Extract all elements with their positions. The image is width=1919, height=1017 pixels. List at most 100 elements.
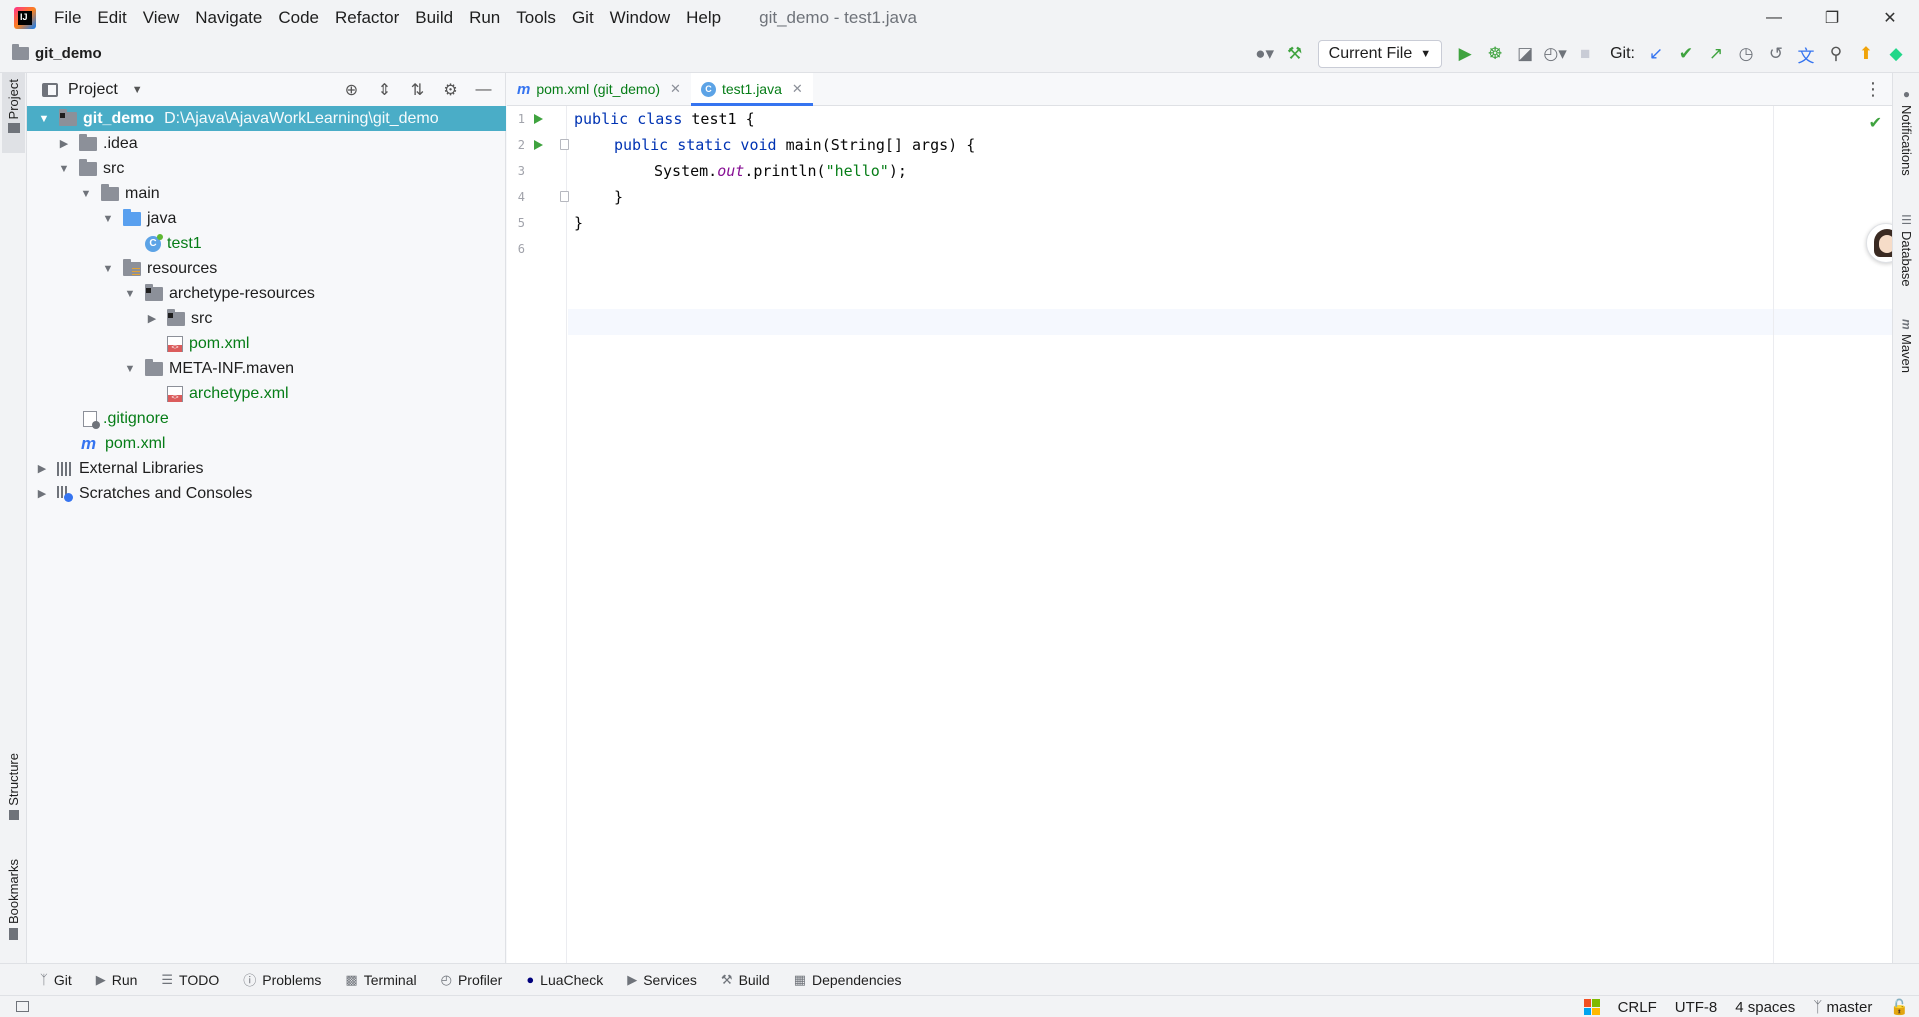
- tool-git[interactable]: ᛉ Git: [40, 972, 72, 988]
- git-push-icon[interactable]: ↗: [1701, 39, 1731, 69]
- menu-tools[interactable]: Tools: [514, 6, 558, 30]
- search-icon[interactable]: ⚲: [1821, 39, 1851, 69]
- tree-node-archetype-xml[interactable]: archetype.xml: [27, 381, 506, 406]
- tree-node-pom-root[interactable]: m pom.xml: [27, 431, 506, 456]
- chevron-down-icon[interactable]: ▼: [57, 163, 71, 175]
- tree-node-src-nested[interactable]: ▶ src: [27, 306, 506, 331]
- restore-icon[interactable]: ❐: [1803, 0, 1861, 35]
- update-icon[interactable]: ⬆: [1851, 39, 1881, 69]
- chevron-down-icon[interactable]: ▼: [101, 213, 115, 225]
- lock-icon[interactable]: 🔓: [1890, 998, 1909, 1016]
- menu-edit[interactable]: Edit: [95, 6, 128, 30]
- tree-node-src[interactable]: ▼ src: [27, 156, 506, 181]
- tab-pom-xml[interactable]: m pom.xml (git_demo) ✕: [507, 73, 691, 105]
- minimize-icon[interactable]: —: [1745, 0, 1803, 35]
- coverage-icon[interactable]: ◪: [1510, 39, 1540, 69]
- hide-panel-icon[interactable]: —: [470, 77, 497, 104]
- chevron-right-icon[interactable]: ▶: [35, 487, 49, 500]
- menu-navigate[interactable]: Navigate: [193, 6, 264, 30]
- chevron-down-icon[interactable]: ▼: [79, 188, 93, 200]
- run-config-dropdown[interactable]: Current File ▼: [1317, 40, 1443, 68]
- git-branch[interactable]: ᛉ master: [1813, 999, 1872, 1016]
- tab-structure[interactable]: Structure: [2, 753, 25, 833]
- tool-problems[interactable]: ⓘ Problems: [243, 970, 321, 989]
- git-update-icon[interactable]: ↙: [1641, 39, 1671, 69]
- run-gutter-icon[interactable]: [534, 114, 543, 124]
- chevron-right-icon[interactable]: ▶: [145, 312, 159, 325]
- menu-code[interactable]: Code: [276, 6, 321, 30]
- menu-run[interactable]: Run: [467, 6, 502, 30]
- locate-icon[interactable]: ⊕: [338, 77, 365, 104]
- no-problems-check-icon[interactable]: ✔: [1869, 113, 1882, 133]
- expand-all-icon[interactable]: ⇕: [371, 77, 398, 104]
- chevron-right-icon[interactable]: ▶: [57, 137, 71, 150]
- menu-window[interactable]: Window: [608, 6, 672, 30]
- collapse-all-icon[interactable]: ⇅: [404, 77, 431, 104]
- tool-build[interactable]: ⚒ Build: [721, 972, 770, 988]
- tool-profiler[interactable]: ◴ Profiler: [441, 972, 503, 988]
- tool-todo[interactable]: ☰ TODO: [161, 972, 219, 988]
- tree-node-resources[interactable]: ▼ resources: [27, 256, 506, 281]
- tab-project[interactable]: Project: [2, 73, 25, 153]
- debug-icon[interactable]: ☸: [1480, 39, 1510, 69]
- more-options-icon[interactable]: ⋮: [1864, 73, 1882, 106]
- project-panel-title[interactable]: Project: [68, 81, 118, 99]
- tab-test1-java[interactable]: C test1.java ✕: [690, 73, 813, 106]
- tab-maven[interactable]: m Maven: [1896, 319, 1917, 373]
- menu-file[interactable]: File: [52, 6, 83, 30]
- line-separator[interactable]: CRLF: [1618, 999, 1657, 1016]
- tree-node-archetype-resources[interactable]: ▼ archetype-resources: [27, 281, 506, 306]
- build-hammer-icon[interactable]: ⚒: [1280, 39, 1310, 69]
- menu-view[interactable]: View: [141, 6, 182, 30]
- run-icon[interactable]: ▶: [1450, 39, 1480, 69]
- chevron-down-icon[interactable]: ▼: [101, 263, 115, 275]
- menu-build[interactable]: Build: [413, 6, 455, 30]
- indent-setting[interactable]: 4 spaces: [1735, 999, 1795, 1016]
- tree-node-java[interactable]: ▼ java: [27, 206, 506, 231]
- tool-luacheck[interactable]: ● LuaCheck: [526, 972, 603, 988]
- tool-services[interactable]: ▶ Services: [627, 972, 697, 988]
- chevron-down-icon[interactable]: ▼: [123, 363, 137, 375]
- chevron-down-icon[interactable]: ▼: [123, 288, 137, 300]
- tree-node-test1[interactable]: C test1: [27, 231, 506, 256]
- tree-node-meta-inf[interactable]: ▼ META-INF.maven: [27, 356, 506, 381]
- close-icon[interactable]: ✕: [1861, 0, 1919, 35]
- tree-node-gitignore[interactable]: .gitignore: [27, 406, 506, 431]
- run-gutter-icon[interactable]: [534, 140, 543, 150]
- tool-run[interactable]: ▶ Run: [96, 972, 138, 988]
- profile-icon[interactable]: ◴▾: [1540, 39, 1570, 69]
- menu-git[interactable]: Git: [570, 6, 596, 30]
- history-icon[interactable]: ◷: [1731, 39, 1761, 69]
- close-tab-icon[interactable]: ✕: [792, 81, 803, 97]
- fold-marker-icon[interactable]: [560, 191, 569, 202]
- translate-icon[interactable]: 文: [1791, 39, 1821, 69]
- tab-bookmarks[interactable]: Bookmarks: [2, 859, 25, 951]
- intellij-logo-icon[interactable]: IJ: [14, 6, 36, 29]
- chevron-down-icon[interactable]: ▼: [37, 113, 51, 125]
- chevron-down-icon[interactable]: ▼: [132, 84, 143, 96]
- toggle-tool-windows-icon[interactable]: [16, 1001, 29, 1012]
- tree-node-main[interactable]: ▼ main: [27, 181, 506, 206]
- tree-node-pom-nested[interactable]: pom.xml: [27, 331, 506, 356]
- tab-notifications[interactable]: ● Notifications: [1896, 87, 1917, 176]
- tab-database[interactable]: ☰ Database: [1896, 213, 1917, 287]
- windows-logo-icon[interactable]: [1583, 999, 1600, 1015]
- tool-dependencies[interactable]: ▦ Dependencies: [794, 972, 902, 988]
- file-encoding[interactable]: UTF-8: [1675, 999, 1718, 1016]
- tool-terminal[interactable]: ▩ Terminal: [345, 972, 416, 988]
- chevron-right-icon[interactable]: ▶: [35, 462, 49, 475]
- tree-node-git-demo[interactable]: ▼ git_demo D:\Ajava\AjavaWorkLearning\gi…: [27, 106, 506, 131]
- fold-marker-icon[interactable]: [560, 139, 569, 150]
- git-commit-icon[interactable]: ✔: [1671, 39, 1701, 69]
- close-tab-icon[interactable]: ✕: [670, 81, 681, 97]
- menu-help[interactable]: Help: [684, 6, 723, 30]
- breadcrumb[interactable]: git_demo: [12, 44, 102, 62]
- rollback-icon[interactable]: ↺: [1761, 39, 1791, 69]
- user-profile-icon[interactable]: ●▾: [1250, 39, 1280, 69]
- tree-node-idea[interactable]: ▶ .idea: [27, 131, 506, 156]
- stop-icon[interactable]: ■: [1570, 39, 1600, 69]
- menu-refactor[interactable]: Refactor: [333, 6, 401, 30]
- gear-icon[interactable]: ⚙: [437, 77, 464, 104]
- tree-node-scratches[interactable]: ▶ Scratches and Consoles: [27, 481, 506, 506]
- tree-node-external-libraries[interactable]: ▶ External Libraries: [27, 456, 506, 481]
